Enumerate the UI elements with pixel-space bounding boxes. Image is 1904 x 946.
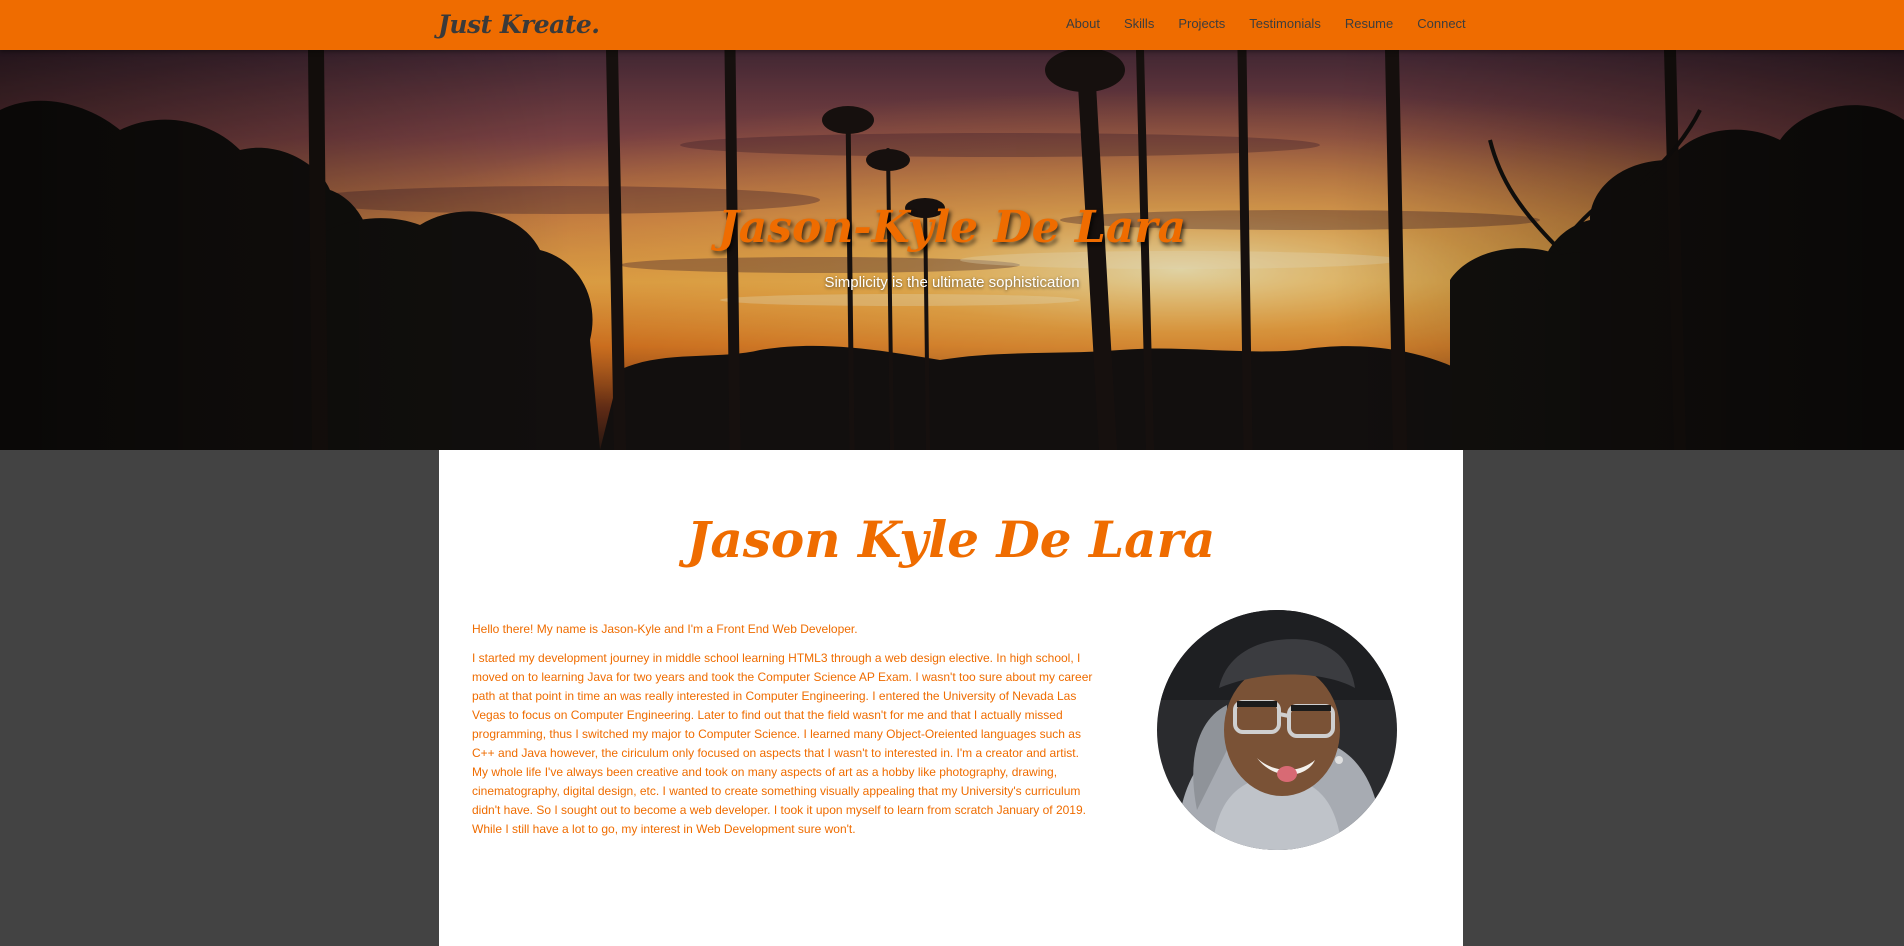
nav-link-connect[interactable]: Connect <box>1417 16 1465 31</box>
profile-photo-avatar <box>1157 610 1397 850</box>
nav-link-about[interactable]: About <box>1066 16 1100 31</box>
about-section: Jason Kyle De Lara Hello there! My name … <box>439 450 1463 946</box>
about-heading: Jason Kyle De Lara <box>686 510 1216 569</box>
nav-link-projects[interactable]: Projects <box>1178 16 1225 31</box>
nav-link-testimonials[interactable]: Testimonials <box>1249 16 1321 31</box>
brand-logo[interactable]: Just Kreate. <box>438 10 600 39</box>
navbar: Just Kreate. About Skills Projects Testi… <box>0 0 1904 50</box>
nav-link-resume[interactable]: Resume <box>1345 16 1393 31</box>
about-text: Hello there! My name is Jason-Kyle and I… <box>472 620 1096 849</box>
about-body: I started my development journey in midd… <box>472 651 1093 836</box>
hero-banner: Jason-Kyle De Lara Simplicity is the ult… <box>0 50 1904 450</box>
hero-title: Jason-Kyle De Lara <box>717 202 1187 253</box>
nav-links: About Skills Projects Testimonials Resum… <box>1066 16 1490 31</box>
about-intro: Hello there! My name is Jason-Kyle and I… <box>472 622 858 636</box>
hero-subtitle: Simplicity is the ultimate sophisticatio… <box>824 274 1080 291</box>
nav-link-skills[interactable]: Skills <box>1124 16 1154 31</box>
